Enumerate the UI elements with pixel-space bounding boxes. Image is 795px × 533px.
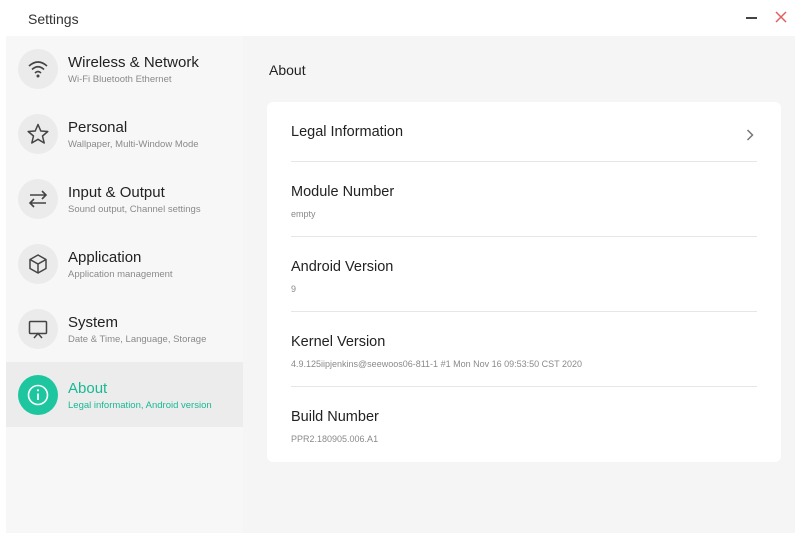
row-label: Build Number [291, 409, 379, 425]
sidebar-item-subtitle: Legal information, Android version [68, 400, 212, 411]
sidebar-item-label: Input & Output [68, 184, 165, 201]
sidebar-item-subtitle: Application management [68, 269, 173, 280]
row-value: 9 [291, 284, 297, 294]
row-value: 4.9.125iipjenkins@seewoos06-811-1 #1 Mon… [291, 359, 582, 369]
divider [291, 161, 757, 162]
sidebar-item-subtitle: Wallpaper, Multi-Window Mode [68, 139, 199, 150]
sidebar-item-subtitle: Wi-Fi Bluetooth Ethernet [68, 74, 172, 85]
row-label: Legal Information [291, 124, 404, 140]
chevron-right-icon [746, 129, 754, 141]
minimize-button[interactable] [744, 9, 760, 25]
row-value: PPR2.180905.006.A1 [291, 434, 379, 444]
info-icon [18, 375, 58, 415]
sidebar-item-about[interactable]: About Legal information, Android version [6, 362, 243, 427]
sidebar-item-subtitle: Date & Time, Language, Storage [68, 334, 207, 345]
about-card: Legal Information Module Number empty An… [267, 102, 781, 462]
sidebar: Wireless & Network Wi-Fi Bluetooth Ether… [6, 36, 243, 533]
star-icon [18, 114, 58, 154]
sidebar-item-wireless-network[interactable]: Wireless & Network Wi-Fi Bluetooth Ether… [6, 36, 243, 101]
row-label: Module Number [291, 184, 395, 200]
divider [291, 311, 757, 312]
row-label: Android Version [291, 259, 394, 275]
title-bar: Settings [0, 0, 795, 36]
sidebar-item-input-output[interactable]: Input & Output Sound output, Channel set… [6, 166, 243, 231]
swap-arrows-icon [18, 179, 58, 219]
module-number-row: Module Number empty [291, 184, 757, 219]
sidebar-item-label: Wireless & Network [68, 54, 199, 71]
close-button[interactable] [773, 9, 789, 25]
legal-information-row[interactable]: Legal Information [291, 124, 757, 148]
build-number-row: Build Number PPR2.180905.006.A1 [291, 409, 757, 444]
divider [291, 386, 757, 387]
sidebar-item-label: System [68, 314, 119, 331]
row-value: empty [291, 209, 316, 219]
kernel-version-row: Kernel Version 4.9.125iipjenkins@seewoos… [291, 334, 757, 369]
sidebar-item-application[interactable]: Application Application management [6, 231, 243, 296]
divider [291, 236, 757, 237]
sidebar-item-system[interactable]: System Date & Time, Language, Storage [6, 296, 243, 361]
monitor-icon [18, 309, 58, 349]
android-version-row: Android Version 9 [291, 259, 757, 294]
sidebar-item-label: Application [68, 249, 142, 266]
close-icon [775, 11, 787, 23]
row-label: Kernel Version [291, 334, 386, 350]
main-panel: About Legal Information Module Number em… [243, 36, 795, 533]
wifi-icon [18, 49, 58, 89]
sidebar-item-label: About [68, 380, 108, 397]
sidebar-item-personal[interactable]: Personal Wallpaper, Multi-Window Mode [6, 101, 243, 166]
sidebar-item-label: Personal [68, 119, 128, 136]
page-title: About [269, 62, 306, 78]
window-title: Settings [28, 11, 79, 27]
sidebar-item-subtitle: Sound output, Channel settings [68, 204, 201, 215]
cube-icon [18, 244, 58, 284]
